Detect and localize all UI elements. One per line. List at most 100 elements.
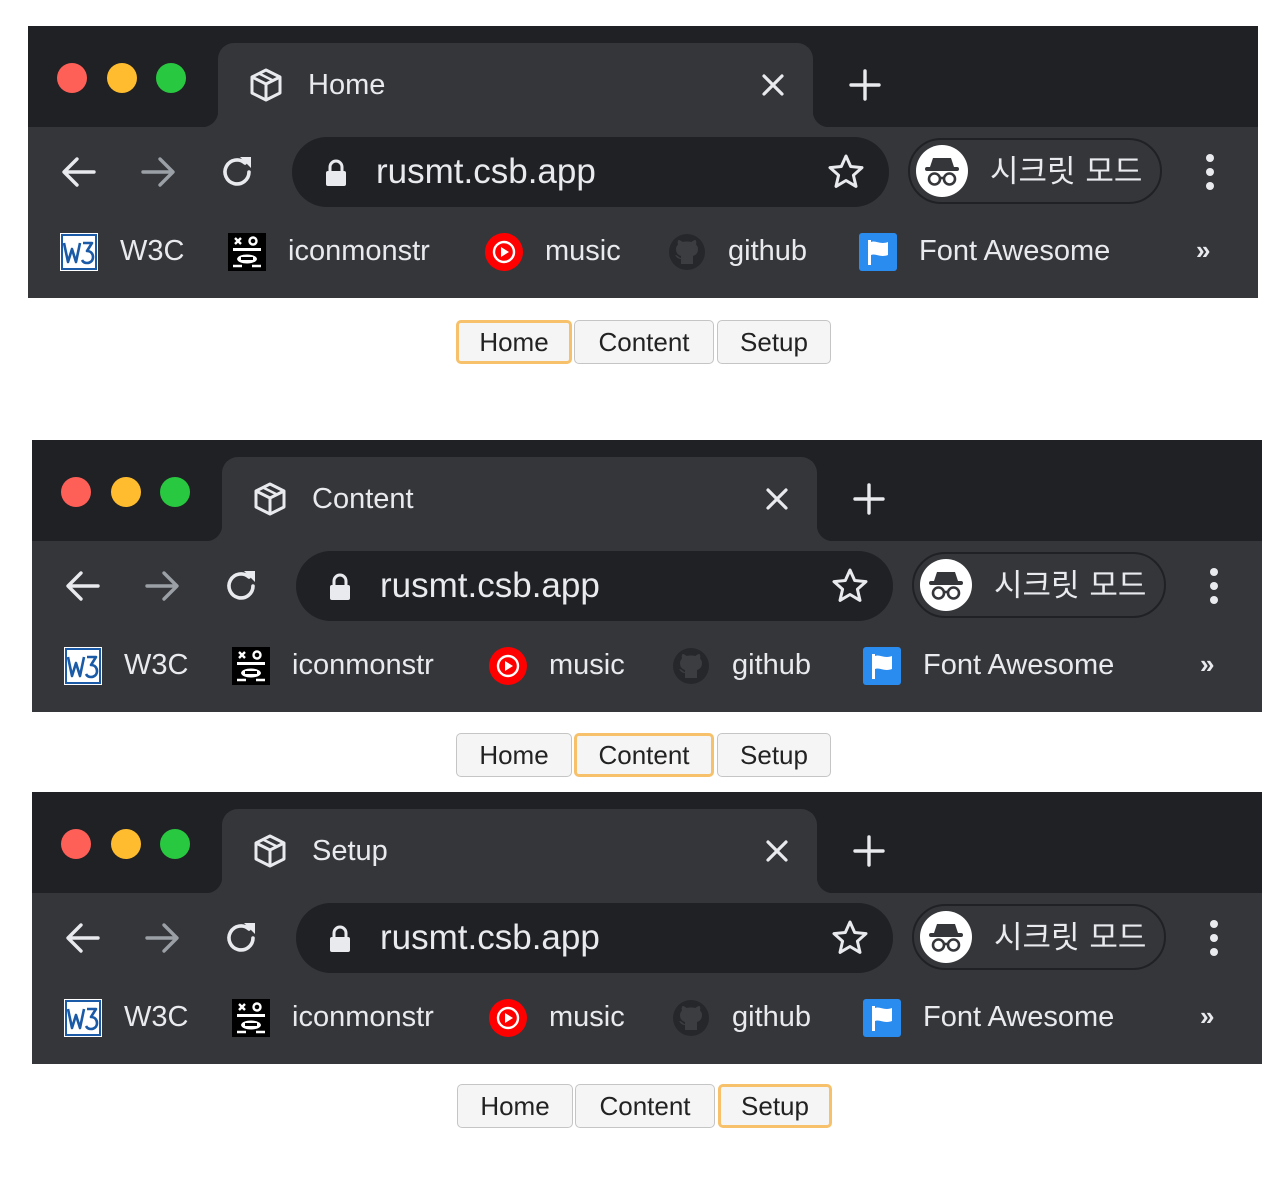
minimize-window-button[interactable] [111, 477, 141, 507]
home-button[interactable]: Home [456, 733, 572, 777]
bookmark-label: iconmonstr [292, 649, 434, 681]
bookmark-github[interactable]: github [672, 997, 827, 1037]
close-window-button[interactable] [61, 477, 91, 507]
bookmark-w3c[interactable]: W3C [64, 997, 194, 1037]
setup-button[interactable]: Setup [717, 320, 831, 364]
incognito-label: 시크릿 모드 [994, 568, 1147, 604]
arrow-right-icon[interactable] [143, 919, 181, 957]
bookmark-label: Font Awesome [919, 235, 1111, 267]
setup-button[interactable]: Setup [717, 733, 831, 777]
bookmark-github[interactable]: github [668, 231, 823, 271]
bookmark-music[interactable]: music [485, 231, 635, 271]
bookmark-font-awesome[interactable]: Font Awesome [859, 231, 1129, 271]
youtube-music-icon [489, 999, 527, 1037]
plus-icon[interactable] [852, 834, 886, 868]
incognito-label: 시크릿 모드 [990, 154, 1143, 190]
browser-tab[interactable]: Setup [206, 809, 833, 893]
maximize-window-button[interactable] [160, 829, 190, 859]
more-bookmarks-button[interactable]: » [1196, 234, 1210, 266]
iconmonstr-logo-icon [232, 999, 270, 1037]
browser-window-3: Setup rusmt.csb.app 시크릿 모드 W3C iconmonst… [32, 792, 1262, 1064]
kebab-menu-icon[interactable] [1202, 566, 1226, 606]
reload-icon[interactable] [222, 567, 260, 605]
bookmark-font-awesome[interactable]: Font Awesome [863, 997, 1133, 1037]
reload-icon[interactable] [222, 919, 260, 957]
bookmark-iconmonstr[interactable]: iconmonstr [228, 231, 453, 271]
maximize-window-button[interactable] [160, 477, 190, 507]
more-bookmarks-button[interactable]: » [1200, 648, 1214, 680]
youtube-music-icon [485, 233, 523, 271]
bookmark-w3c[interactable]: W3C [60, 231, 190, 271]
star-icon[interactable] [827, 153, 865, 191]
lock-icon[interactable] [328, 573, 352, 601]
minimize-window-button[interactable] [107, 63, 137, 93]
home-button[interactable]: Home [457, 1084, 573, 1128]
home-button[interactable]: Home [456, 320, 572, 364]
arrow-right-icon[interactable] [139, 153, 177, 191]
close-window-button[interactable] [57, 63, 87, 93]
bookmark-font-awesome[interactable]: Font Awesome [863, 645, 1133, 685]
arrow-right-icon[interactable] [143, 567, 181, 605]
plus-icon[interactable] [848, 68, 882, 102]
bookmark-music[interactable]: music [489, 645, 639, 685]
bookmark-iconmonstr[interactable]: iconmonstr [232, 645, 457, 685]
setup-button[interactable]: Setup [718, 1084, 832, 1128]
address-bar[interactable]: rusmt.csb.app [296, 551, 893, 621]
bookmark-label: github [728, 235, 808, 267]
font-awesome-flag-icon [863, 999, 901, 1037]
github-icon [669, 234, 705, 270]
bookmark-music[interactable]: music [489, 997, 639, 1037]
bookmark-label: github [732, 649, 812, 681]
youtube-music-icon [489, 647, 527, 685]
tab-title: Content [312, 483, 414, 515]
lock-icon[interactable] [324, 159, 348, 187]
maximize-window-button[interactable] [156, 63, 186, 93]
url-text[interactable]: rusmt.csb.app [380, 566, 600, 606]
kebab-menu-icon[interactable] [1202, 918, 1226, 958]
star-icon[interactable] [831, 919, 869, 957]
w3c-logo-icon [60, 233, 98, 271]
bookmark-label: iconmonstr [292, 1001, 434, 1033]
incognito-badge[interactable]: 시크릿 모드 [912, 904, 1166, 970]
close-icon[interactable] [763, 837, 791, 865]
star-icon[interactable] [831, 567, 869, 605]
minimize-window-button[interactable] [111, 829, 141, 859]
url-text[interactable]: rusmt.csb.app [376, 152, 596, 192]
close-window-button[interactable] [61, 829, 91, 859]
browser-tab[interactable]: Home [202, 43, 829, 127]
bookmark-github[interactable]: github [672, 645, 827, 685]
w3c-logo-icon [64, 999, 102, 1037]
reload-icon[interactable] [218, 153, 256, 191]
plus-icon[interactable] [852, 482, 886, 516]
url-text[interactable]: rusmt.csb.app [380, 918, 600, 958]
content-button[interactable]: Content [574, 320, 714, 364]
content-button[interactable]: Content [574, 733, 714, 777]
address-bar[interactable]: rusmt.csb.app [292, 137, 889, 207]
bookmark-iconmonstr[interactable]: iconmonstr [232, 997, 457, 1037]
arrow-left-icon[interactable] [64, 567, 102, 605]
arrow-left-icon[interactable] [60, 153, 98, 191]
codesandbox-cube-icon [254, 834, 286, 868]
bookmark-label: Font Awesome [923, 1001, 1115, 1033]
lock-icon[interactable] [328, 925, 352, 953]
more-bookmarks-button[interactable]: » [1200, 1000, 1214, 1032]
arrow-left-icon[interactable] [64, 919, 102, 957]
incognito-icon [916, 145, 968, 197]
tab-title: Setup [312, 835, 388, 867]
close-icon[interactable] [763, 485, 791, 513]
bookmark-w3c[interactable]: W3C [64, 645, 194, 685]
font-awesome-flag-icon [863, 647, 901, 685]
content-button[interactable]: Content [575, 1084, 715, 1128]
bookmark-label: iconmonstr [288, 235, 430, 267]
title-bar: Home [28, 26, 1258, 127]
address-bar[interactable]: rusmt.csb.app [296, 903, 893, 973]
incognito-icon [920, 911, 972, 963]
kebab-menu-icon[interactable] [1198, 152, 1222, 192]
browser-tab[interactable]: Content [206, 457, 833, 541]
close-icon[interactable] [759, 71, 787, 99]
font-awesome-flag-icon [859, 233, 897, 271]
codesandbox-cube-icon [254, 482, 286, 516]
incognito-badge[interactable]: 시크릿 모드 [912, 552, 1166, 618]
bookmark-label: music [549, 1001, 625, 1033]
incognito-badge[interactable]: 시크릿 모드 [908, 138, 1162, 204]
